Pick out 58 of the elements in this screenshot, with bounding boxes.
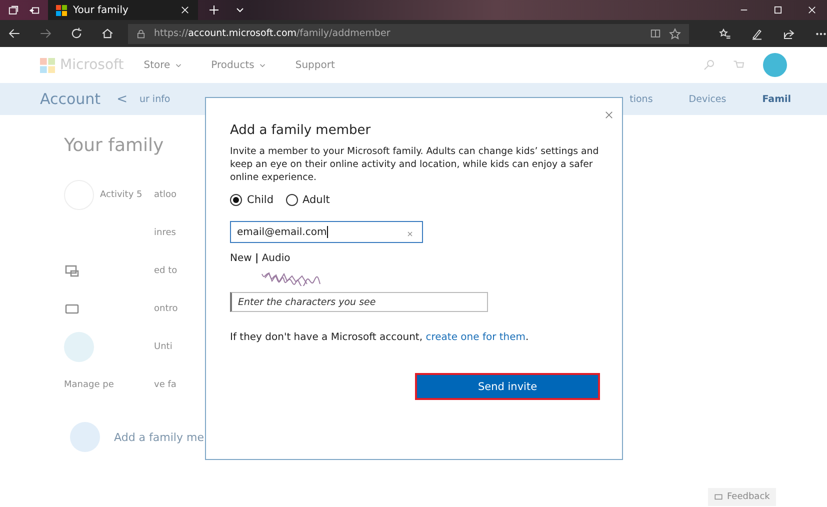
forward-arrow-icon[interactable] <box>39 27 52 40</box>
row-text: ontro <box>154 304 178 314</box>
row-text: ve fa <box>154 380 176 390</box>
page-title: Your family <box>64 135 164 156</box>
clear-icon[interactable] <box>406 230 414 238</box>
role-radio[interactable]: Child <box>230 194 274 206</box>
dialog-intro: Invite a member to your Microsoft family. Adults can change kids’ settings and keep an eye on their online activity and location, while kids can enjoy a safer online experience. <box>230 145 600 184</box>
row-text: ed to <box>154 266 178 276</box>
tab-preview-icon[interactable] <box>29 4 40 16</box>
add-member-link[interactable]: Add a family me <box>114 430 204 444</box>
url-text: https://account.microsoft.com/family/addmember <box>154 28 392 39</box>
pen-icon[interactable] <box>751 28 763 40</box>
role-radio[interactable]: Adult <box>286 194 330 206</box>
account-tab[interactable]: Famil <box>762 94 791 104</box>
share-icon[interactable] <box>783 28 795 40</box>
radio-label: Child <box>247 194 274 206</box>
address-bar[interactable]: https://account.microsoft.com/family/addmember <box>128 24 689 44</box>
tab-title: Your family <box>73 4 130 16</box>
star-icon[interactable] <box>669 28 681 40</box>
row-text: inres <box>154 228 176 238</box>
email-value: email@email.com <box>237 226 327 238</box>
row-label: Manage pe <box>64 380 114 390</box>
email-field[interactable]: email@email.com <box>230 221 423 243</box>
nav-link[interactable]: Store <box>144 60 184 70</box>
devices-icon <box>64 263 80 279</box>
refresh-icon[interactable] <box>70 27 83 40</box>
scroll-back-button[interactable]: < <box>116 92 128 106</box>
windows-logo-icon <box>56 4 67 16</box>
dialog-title: Add a family member <box>230 123 372 138</box>
avatar-photo <box>64 332 94 362</box>
account-tab[interactable]: ur info <box>139 94 170 104</box>
lock-icon <box>136 28 146 38</box>
row-label: Activity 5 <box>100 190 142 200</box>
feedback-button[interactable]: Feedback <box>708 488 776 506</box>
nav-link[interactable]: Products <box>211 60 268 70</box>
send-invite-button[interactable]: Send invite <box>415 373 600 400</box>
home-icon[interactable] <box>101 27 114 40</box>
browser-tab[interactable]: Your family <box>48 0 198 20</box>
radio-circle[interactable] <box>230 194 242 206</box>
account-title: Account <box>40 90 101 108</box>
create-account-link[interactable]: create one for them <box>426 332 526 343</box>
favorites-icon[interactable] <box>719 28 731 40</box>
nav-link[interactable]: Support <box>295 60 335 70</box>
back-arrow-icon[interactable] <box>8 27 21 40</box>
plus-icon[interactable] <box>208 4 220 16</box>
account-tab[interactable]: Devices <box>688 94 726 104</box>
tabs-aside-icon[interactable] <box>8 4 19 16</box>
reading-view-icon[interactable] <box>650 28 661 39</box>
logo-icon <box>40 58 55 72</box>
captcha-options[interactable]: New | Audio <box>230 253 600 264</box>
maximize-icon[interactable] <box>773 5 783 15</box>
radio-circle[interactable] <box>286 194 298 206</box>
radio-label: Adult <box>302 194 330 206</box>
no-account-text: If they don't have a Microsoft account, create one for them. <box>230 332 530 343</box>
account-tab[interactable]: tions <box>630 94 653 104</box>
row-text: Unti <box>154 342 172 352</box>
captcha-field[interactable]: Enter the characters you see <box>230 292 488 312</box>
row-text: atloo <box>154 190 177 200</box>
